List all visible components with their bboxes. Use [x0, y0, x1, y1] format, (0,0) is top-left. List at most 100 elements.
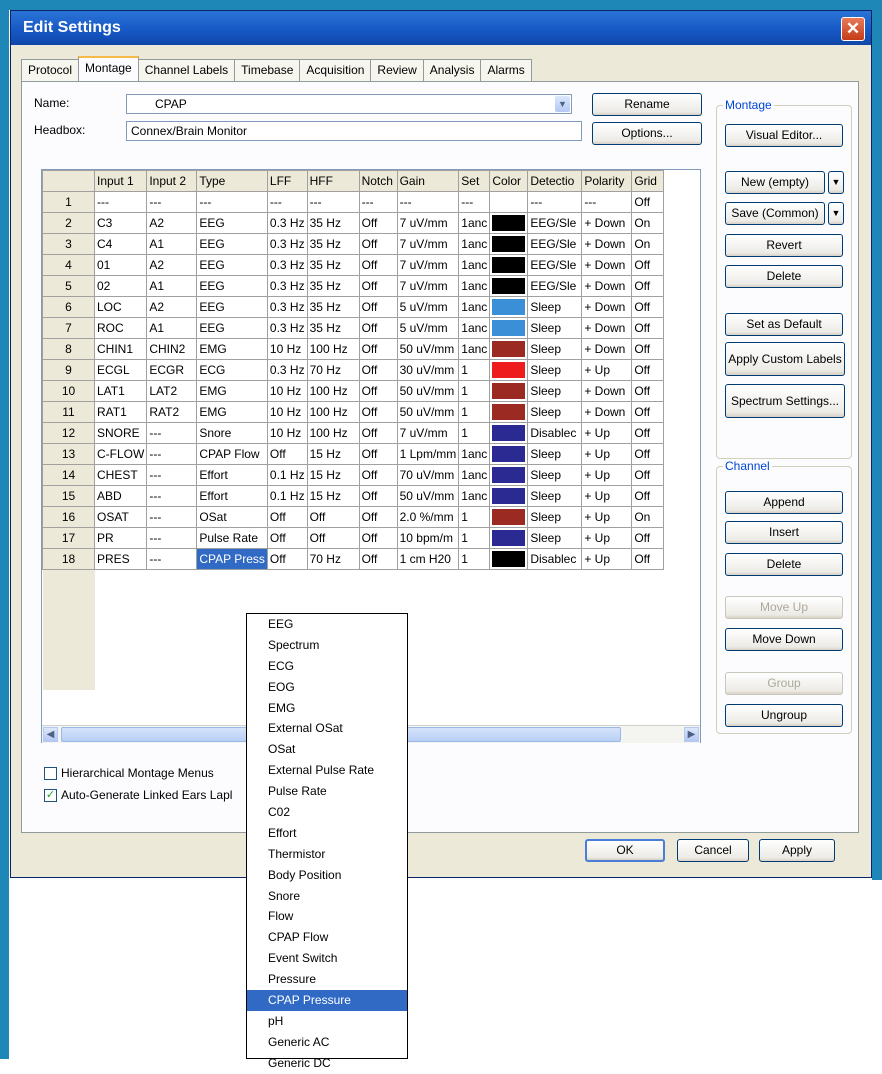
cell-type[interactable]: --- [196, 191, 268, 213]
cell-pol[interactable]: + Down [581, 296, 633, 318]
cell-type[interactable]: EEG [196, 233, 268, 255]
cell-type[interactable]: ECG [196, 359, 268, 381]
column-header[interactable]: Type [196, 170, 268, 192]
color-cell[interactable] [489, 359, 529, 381]
cell-in1[interactable]: 01 [93, 254, 148, 276]
cell-notch[interactable]: Off [358, 275, 398, 297]
cell-set[interactable]: 1anc [458, 443, 491, 465]
hierarchical-menus-checkbox[interactable] [44, 767, 57, 780]
cell-gain[interactable]: 5 uV/mm [396, 317, 460, 339]
cell-grid[interactable]: Off [631, 527, 665, 549]
cell-grid[interactable]: Off [631, 443, 665, 465]
cell-set[interactable]: 1anc [458, 338, 491, 360]
table-row[interactable]: 11 RAT1 RAT2 EMG 10 Hz 100 Hz Off 50 uV/mm 1 Slee… [42, 401, 665, 423]
auto-generate-checkbox[interactable]: ✓ [44, 789, 57, 802]
row-number[interactable]: 14 [42, 464, 95, 486]
cell-type[interactable]: Snore [196, 422, 268, 444]
cell-lff[interactable]: 10 Hz [266, 338, 308, 360]
cell-in2[interactable]: CHIN2 [146, 338, 198, 360]
cell-lff[interactable]: 10 Hz [266, 401, 308, 423]
cell-set[interactable]: 1 [458, 422, 491, 444]
row-number[interactable]: 3 [42, 233, 95, 255]
cell-lff[interactable]: 0.3 Hz [266, 296, 308, 318]
cell-type[interactable]: Pulse Rate [196, 527, 268, 549]
cell-in1[interactable]: ROC [93, 317, 148, 339]
cell-type[interactable]: Effort [196, 464, 268, 486]
save-common-button[interactable]: Save (Common) [725, 202, 825, 225]
table-row[interactable]: 2 C3 A2 EEG 0.3 Hz 35 Hz Off 7 uV/mm 1anc EEG/Sle… [42, 212, 665, 234]
table-row[interactable]: 7 ROC A1 EEG 0.3 Hz 35 Hz Off 5 uV/mm 1anc Sleep +… [42, 317, 665, 339]
cell-notch[interactable]: Off [358, 212, 398, 234]
cell-det[interactable]: EEG/Sle [527, 254, 583, 276]
column-header[interactable]: HFF [306, 170, 360, 192]
color-cell[interactable] [489, 485, 529, 507]
delete-montage-button[interactable]: Delete [725, 265, 843, 288]
color-cell[interactable] [489, 254, 529, 276]
cell-det[interactable]: Sleep [527, 485, 583, 507]
cell-in2[interactable]: --- [146, 464, 198, 486]
cell-gain[interactable]: 7 uV/mm [396, 254, 460, 276]
dropdown-option[interactable]: EOG [247, 677, 407, 698]
visual-editor-button[interactable]: Visual Editor... [725, 124, 843, 147]
table-row[interactable]: 9 ECGL ECGR ECG 0.3 Hz 70 Hz Off 30 uV/mm 1 Sleep… [42, 359, 665, 381]
dropdown-option[interactable]: Spectrum [247, 635, 407, 656]
row-number[interactable]: 10 [42, 380, 95, 402]
tab-timebase[interactable]: Timebase [234, 59, 301, 81]
cell-in1[interactable]: LOC [93, 296, 148, 318]
row-number[interactable]: 6 [42, 296, 95, 318]
table-row[interactable]: 17 PR --- Pulse Rate Off Off Off 10 bpm/m 1 Sleep… [42, 527, 665, 549]
color-cell[interactable] [489, 317, 529, 339]
table-row[interactable]: 18 PRES --- CPAP Press Off 70 Hz Off 1 cm H20 1 D… [42, 548, 665, 570]
cell-gain[interactable]: 50 uV/mm [396, 338, 460, 360]
cell-gain[interactable]: 1 Lpm/mm [396, 443, 460, 465]
cell-set[interactable]: 1 [458, 380, 491, 402]
cell-hff[interactable]: 35 Hz [306, 233, 360, 255]
cell-grid[interactable]: Off [631, 548, 665, 570]
cell-hff[interactable]: 35 Hz [306, 296, 360, 318]
column-header[interactable]: LFF [266, 170, 308, 192]
cell-grid[interactable]: Off [631, 296, 665, 318]
cell-type[interactable]: EEG [196, 275, 268, 297]
dropdown-option[interactable]: Pulse Rate [247, 781, 407, 802]
table-row[interactable]: 15 ABD --- Effort 0.1 Hz 15 Hz Off 50 uV/mm 1anc… [42, 485, 665, 507]
dropdown-option[interactable]: Snore [247, 886, 407, 907]
row-number[interactable]: 16 [42, 506, 95, 528]
cell-pol[interactable]: + Up [581, 527, 633, 549]
color-cell[interactable] [489, 275, 529, 297]
options-button[interactable]: Options... [592, 122, 702, 145]
dropdown-option[interactable]: EMG [247, 698, 407, 719]
cell-pol[interactable]: + Up [581, 506, 633, 528]
dropdown-option[interactable]: Event Switch [247, 948, 407, 969]
cell-in1[interactable]: PRES [93, 548, 148, 570]
cell-pol[interactable]: + Up [581, 422, 633, 444]
ok-button[interactable]: OK [585, 839, 665, 862]
cell-hff[interactable]: 15 Hz [306, 443, 360, 465]
cell-in1[interactable]: C4 [93, 233, 148, 255]
tab-protocol[interactable]: Protocol [21, 59, 80, 81]
cell-lff[interactable]: Off [266, 548, 308, 570]
cell-in2[interactable]: RAT2 [146, 401, 198, 423]
tab-acquisition[interactable]: Acquisition [299, 59, 372, 81]
dropdown-option[interactable]: Generic DC [247, 1053, 407, 1074]
cell-lff[interactable]: Off [266, 506, 308, 528]
cell-type[interactable]: EMG [196, 401, 268, 423]
cell-in1[interactable]: SNORE [93, 422, 148, 444]
cell-set[interactable]: 1anc [458, 254, 491, 276]
cell-hff[interactable]: 70 Hz [306, 359, 360, 381]
cell-det[interactable]: EEG/Sle [527, 233, 583, 255]
color-cell[interactable] [489, 527, 529, 549]
cell-pol[interactable]: + Up [581, 464, 633, 486]
arrow-right-icon[interactable]: ▶ [684, 727, 699, 742]
column-header[interactable]: Set [458, 170, 491, 192]
cell-hff[interactable]: 100 Hz [306, 380, 360, 402]
cell-lff[interactable]: 0.3 Hz [266, 233, 308, 255]
cell-set[interactable]: 1 [458, 359, 491, 381]
cell-gain[interactable]: 7 uV/mm [396, 233, 460, 255]
delete-channel-button[interactable]: Delete [725, 553, 843, 576]
row-number[interactable]: 17 [42, 527, 95, 549]
cell-notch[interactable]: Off [358, 254, 398, 276]
cell-hff[interactable]: 35 Hz [306, 212, 360, 234]
cell-det[interactable]: Sleep [527, 380, 583, 402]
cell-in1[interactable]: CHIN1 [93, 338, 148, 360]
dropdown-option[interactable]: EEG [247, 614, 407, 635]
